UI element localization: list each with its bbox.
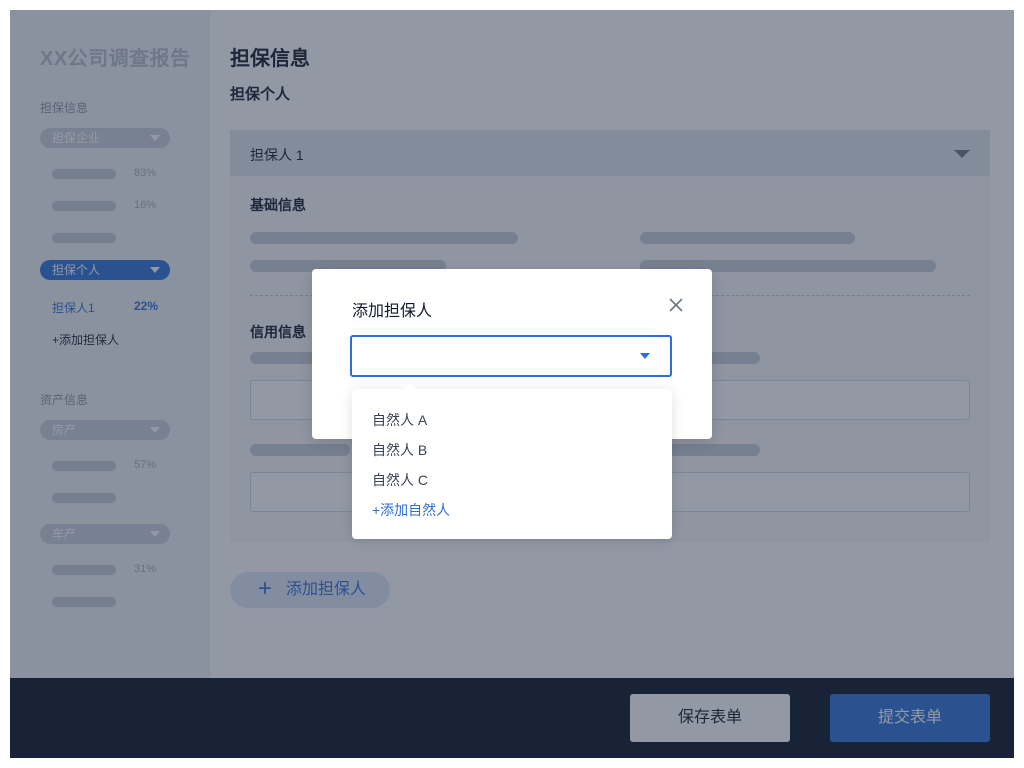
app-window: XX公司调查报告 担保信息 担保企业 83% 16% 担保个人 担保人1 22%…: [10, 10, 1014, 758]
dropdown-option[interactable]: 自然人 A: [372, 410, 427, 430]
guarantor-dropdown: 自然人 A 自然人 B 自然人 C +添加自然人: [352, 382, 672, 539]
guarantor-select[interactable]: [350, 335, 672, 377]
dropdown-option[interactable]: 自然人 C: [372, 470, 428, 490]
close-icon[interactable]: [668, 297, 684, 313]
dropdown-option[interactable]: 自然人 B: [372, 440, 427, 460]
add-natural-person-option[interactable]: +添加自然人: [372, 500, 450, 520]
dialog-title: 添加担保人: [352, 303, 433, 320]
dropdown-arrow: [402, 382, 418, 390]
caret-down-icon: [640, 353, 650, 359]
